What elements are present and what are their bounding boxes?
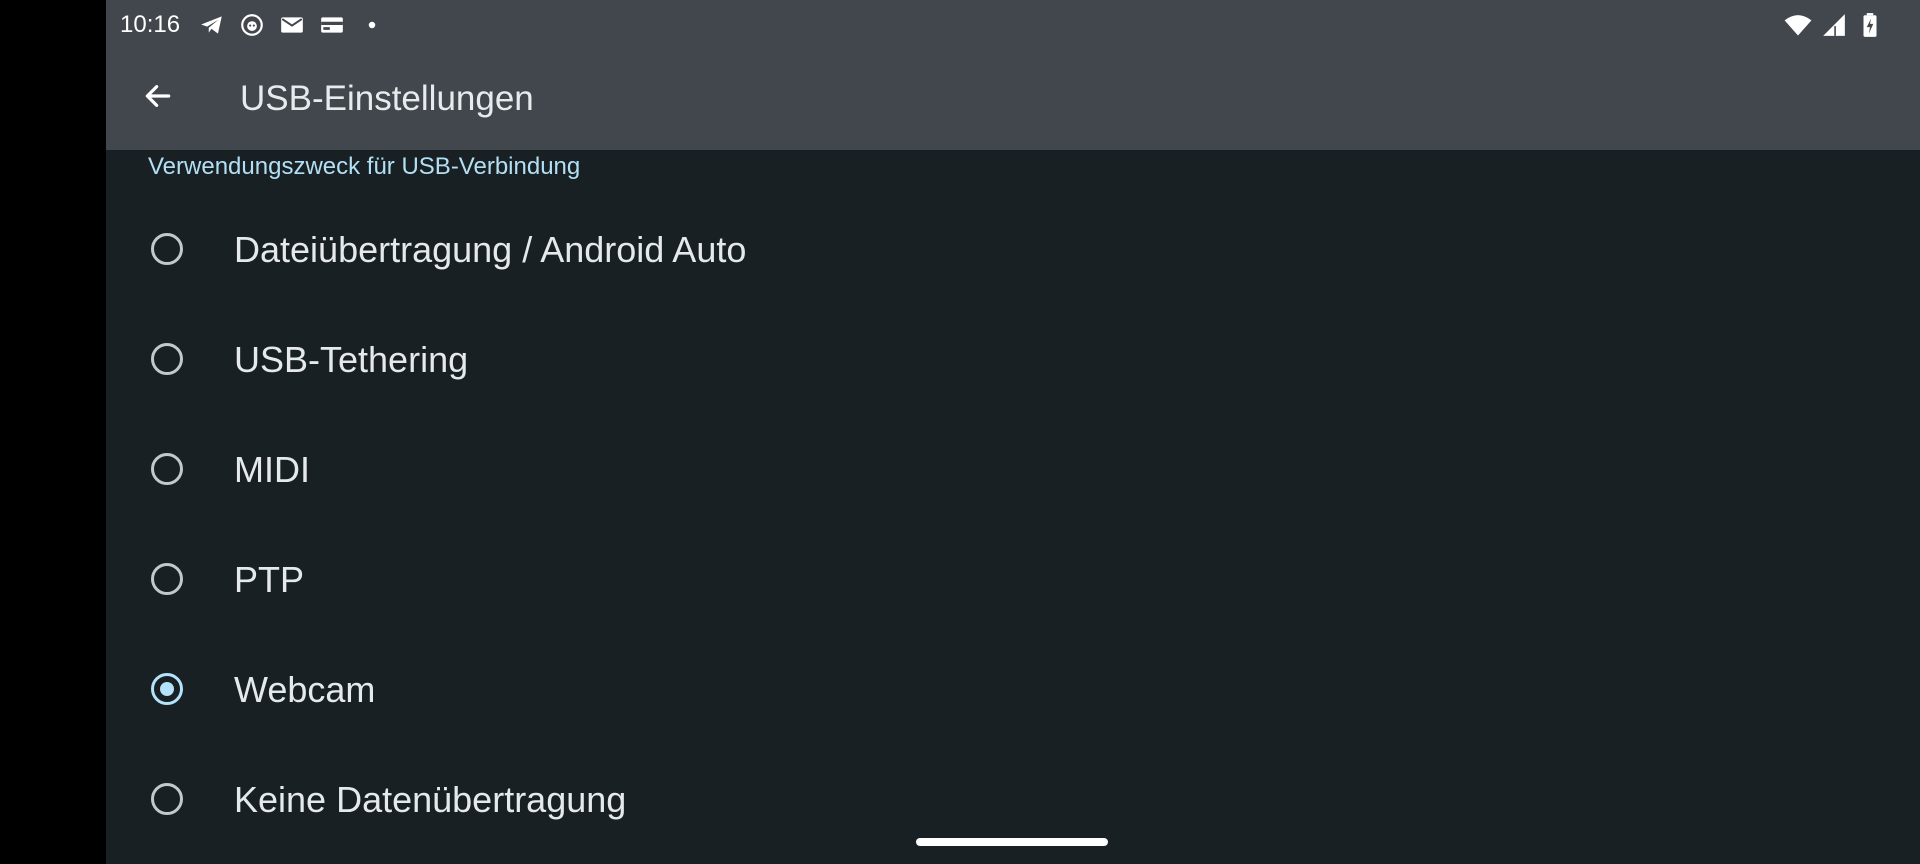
option-label: Webcam [234, 669, 376, 710]
system-status-icons [1784, 10, 1884, 40]
option-label: Keine Datenübertragung [234, 779, 627, 820]
option-label: MIDI [234, 449, 310, 490]
back-button[interactable] [132, 72, 184, 124]
option-label: PTP [234, 559, 305, 600]
option-label: USB-Tethering [234, 339, 469, 380]
radio-button[interactable] [151, 453, 183, 485]
status-time: 10:16 [120, 11, 181, 38]
mail-icon [278, 11, 306, 39]
usb-settings-screen: 10:16 USB-Einstellungen Verwendungszweck… [106, 0, 1920, 864]
wallet-icon [318, 11, 346, 39]
radio-button[interactable] [151, 783, 183, 815]
option-webcam[interactable]: Webcam [106, 638, 1920, 748]
radio-button[interactable] [151, 233, 183, 265]
notification-icons [198, 10, 386, 40]
radio-button[interactable] [151, 343, 183, 375]
option-file-transfer[interactable]: Dateiübertragung / Android Auto [106, 198, 1920, 308]
page-title: USB-Einstellungen [240, 79, 534, 118]
section-header: Verwendungszweck für USB-Verbindung [148, 153, 581, 180]
more-notifications-dot-icon [358, 11, 386, 39]
radio-button[interactable] [151, 563, 183, 595]
wifi-icon [1784, 11, 1812, 39]
option-label: Dateiübertragung / Android Auto [234, 229, 747, 270]
option-usb-tethering[interactable]: USB-Tethering [106, 308, 1920, 418]
option-ptp[interactable]: PTP [106, 528, 1920, 638]
cell-signal-icon [1820, 11, 1848, 39]
bot-app-icon [238, 11, 266, 39]
radio-button-selected[interactable] [151, 673, 183, 705]
telegram-icon [198, 11, 226, 39]
app-bar: 10:16 USB-Einstellungen [106, 0, 1920, 150]
option-midi[interactable]: MIDI [106, 418, 1920, 528]
gesture-nav-handle[interactable] [916, 838, 1108, 846]
battery-charging-icon [1856, 11, 1884, 39]
radio-dot [160, 682, 174, 696]
arrow-back-icon [142, 80, 174, 117]
